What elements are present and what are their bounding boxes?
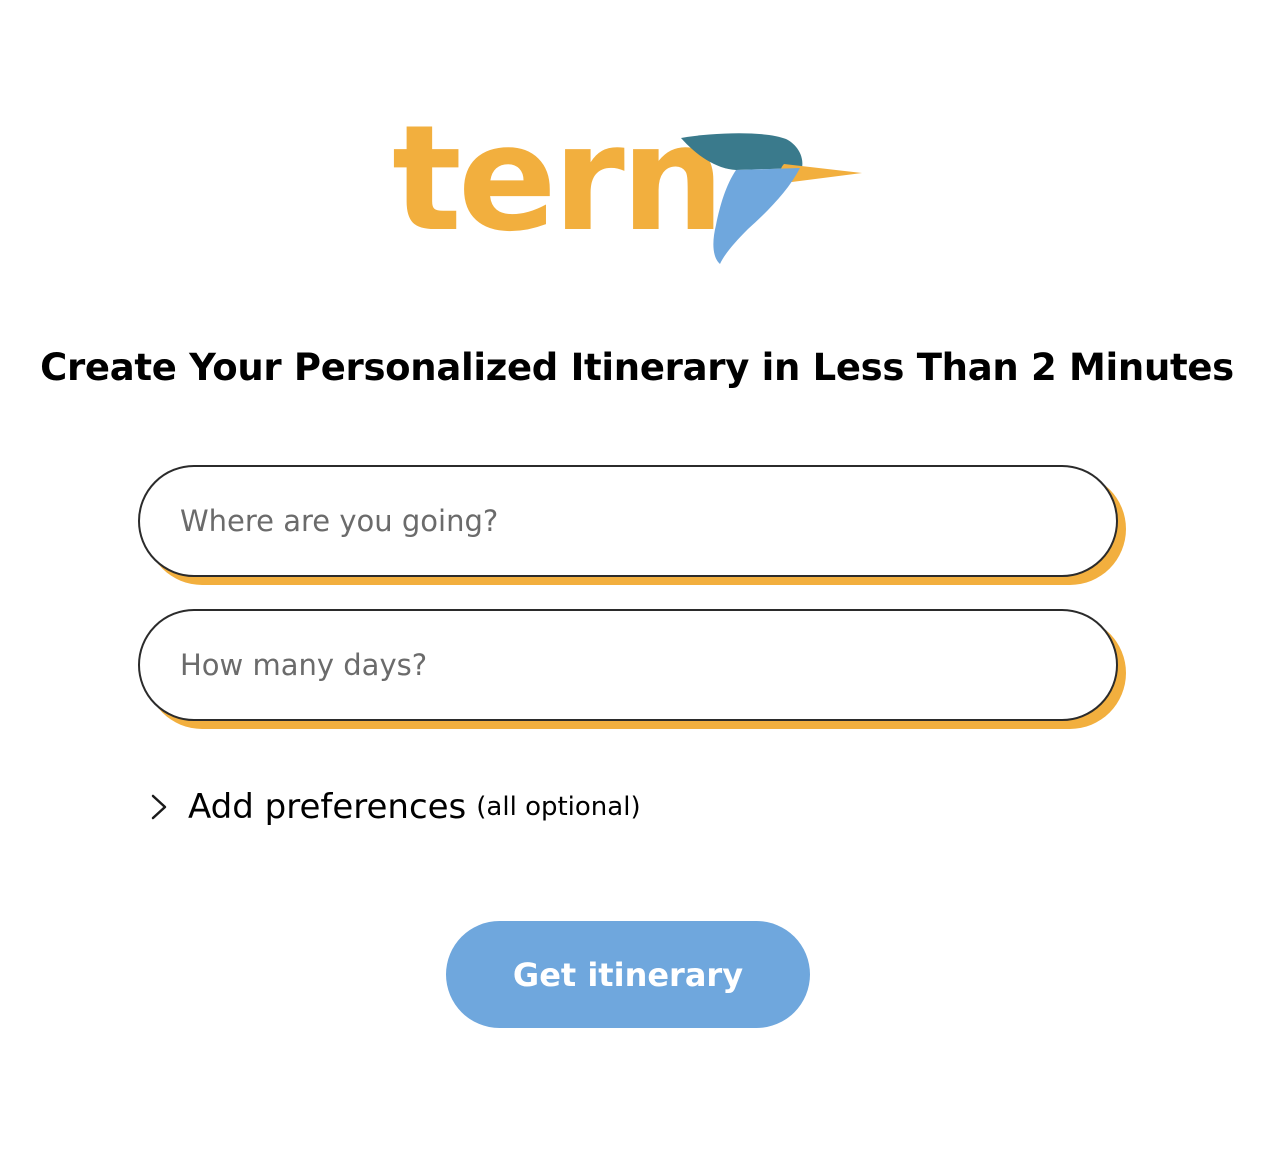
days-field-wrapper [138,609,1126,729]
preferences-note: (all optional) [476,792,641,822]
preferences-label: Add preferences [188,787,467,827]
add-preferences-toggle[interactable]: Add preferences (all optional) [146,780,641,834]
page-headline: Create Your Personalized Itinerary in Le… [40,346,1234,389]
get-itinerary-button[interactable]: Get itinerary [446,921,810,1028]
tern-logo: tern [380,106,880,278]
days-input[interactable] [138,609,1118,721]
tern-bird-icon [681,133,862,264]
page: tern Create Your Personalized Itinerary … [0,0,1274,1170]
logo-wordmark: tern [392,94,725,264]
destination-input[interactable] [138,465,1118,577]
destination-field-wrapper [138,465,1126,585]
chevron-right-icon [151,794,167,820]
